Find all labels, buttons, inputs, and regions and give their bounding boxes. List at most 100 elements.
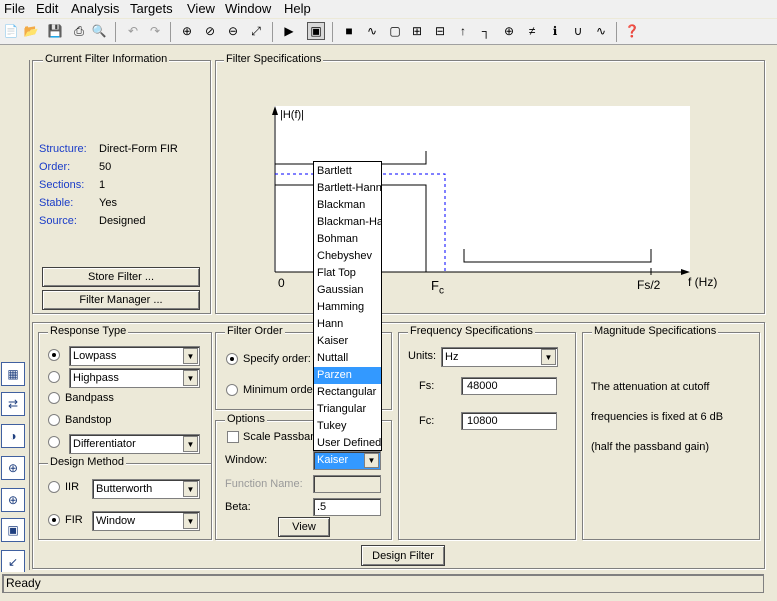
window-option[interactable]: Gaussian: [314, 282, 381, 299]
window-option[interactable]: Hann: [314, 316, 381, 333]
whats-this-help-icon[interactable]: ❓: [623, 22, 641, 40]
order-label: Order:: [39, 161, 71, 173]
window-option[interactable]: Bartlett-Hanning: [314, 180, 381, 197]
group-delay-icon[interactable]: ⊞: [408, 22, 426, 40]
menu-help[interactable]: Help: [284, 1, 311, 16]
iir-method-select[interactable]: Butterworth ▼: [92, 479, 200, 499]
window-option[interactable]: Triangular: [314, 401, 381, 418]
view-window-button[interactable]: View: [278, 517, 330, 537]
y-axis-label: |H(f)|: [280, 109, 305, 121]
minimum-order-radio[interactable]: [226, 384, 238, 396]
undo-icon[interactable]: ↶: [124, 22, 142, 40]
menu-edit[interactable]: Edit: [36, 1, 58, 16]
design-filter-icon[interactable]: ▣: [307, 22, 325, 40]
window-label: Window:: [225, 454, 268, 466]
iir-radio[interactable]: [48, 481, 60, 493]
menu-window[interactable]: Window: [225, 1, 271, 16]
window-option[interactable]: Kaiser: [314, 333, 381, 350]
menu-bar: File Edit Analysis Targets View Window H…: [0, 0, 777, 18]
mag-spec-title: Magnitude Specifications: [592, 325, 719, 337]
window-option[interactable]: Nuttall: [314, 350, 381, 367]
beta-input[interactable]: .5: [313, 498, 381, 516]
import-filter-icon[interactable]: ⊕: [1, 488, 25, 512]
options-title: Options: [225, 413, 267, 425]
bandstop-radio[interactable]: [48, 414, 60, 426]
structure-label: Structure:: [39, 143, 87, 155]
window-option[interactable]: User Defined: [314, 435, 381, 450]
window-option[interactable]: Blackman: [314, 197, 381, 214]
open-folder-icon[interactable]: 📂: [22, 22, 40, 40]
window-option[interactable]: Rectangular: [314, 384, 381, 401]
multirate-icon[interactable]: ▣: [1, 518, 25, 542]
step-response-icon[interactable]: ┐: [477, 22, 495, 40]
window-select[interactable]: Kaiser ▼: [313, 451, 381, 470]
fir-radio[interactable]: [48, 514, 60, 526]
source-value: Designed: [99, 215, 146, 227]
impulse-response-icon[interactable]: ↑: [454, 22, 472, 40]
window-option[interactable]: Bohman: [314, 231, 381, 248]
magnitude-specifications-panel: Magnitude Specifications The attenuation…: [582, 325, 760, 540]
menu-file[interactable]: File: [4, 1, 25, 16]
zoom-x-icon[interactable]: ⊘: [201, 22, 219, 40]
menu-targets[interactable]: Targets: [130, 1, 173, 16]
response-type-panel: Response Type Lowpass ▼ Highpass ▼ Bandpas…: [38, 325, 212, 540]
window-option[interactable]: Flat Top: [314, 265, 381, 282]
stable-value: Yes: [99, 197, 117, 209]
fc-input[interactable]: 10800: [461, 412, 557, 430]
window-option[interactable]: Parzen: [314, 367, 381, 384]
filter-coefficients-icon[interactable]: ≠: [523, 22, 541, 40]
toolbar-separator: [170, 22, 171, 42]
structure-value: Direct-Form FIR: [99, 143, 178, 155]
fir-method-select[interactable]: Window ▼: [92, 511, 200, 531]
window-dropdown-list[interactable]: BartlettBartlett-HanningBlackmanBlackman…: [313, 161, 382, 451]
window-option[interactable]: Hamming: [314, 299, 381, 316]
full-view-icon[interactable]: ⤢: [247, 22, 265, 40]
menu-analysis[interactable]: Analysis: [71, 1, 119, 16]
differentiator-select[interactable]: Differentiator ▼: [69, 434, 200, 454]
pole-zero-editor-icon[interactable]: ⊕: [1, 456, 25, 480]
transform-filter-icon[interactable]: ▦: [1, 362, 25, 386]
phase-response-icon[interactable]: ∿: [363, 22, 381, 40]
filter-info-icon[interactable]: ℹ: [546, 22, 564, 40]
print-preview-icon[interactable]: 🔍: [90, 22, 108, 40]
differentiator-radio[interactable]: [48, 436, 60, 448]
function-name-input[interactable]: [313, 475, 381, 493]
units-select[interactable]: Hz ▼: [441, 347, 558, 367]
bandpass-radio[interactable]: [48, 392, 60, 404]
menu-view[interactable]: View: [187, 1, 215, 16]
mag-spec-line2: frequencies is fixed at 6 dB: [591, 411, 724, 423]
filter-info-title: Current Filter Information: [43, 53, 170, 65]
highpass-radio[interactable]: [48, 371, 60, 383]
new-file-icon[interactable]: 📄: [2, 22, 20, 40]
realize-model-icon[interactable]: ◑: [1, 424, 25, 448]
window-option[interactable]: Chebyshev: [314, 248, 381, 265]
zoom-in-icon[interactable]: ⊕: [178, 22, 196, 40]
print-icon[interactable]: ⎙: [70, 22, 88, 40]
redo-icon[interactable]: ↷: [146, 22, 164, 40]
pole-zero-icon[interactable]: ⊕: [500, 22, 518, 40]
phase-delay-icon[interactable]: ⊟: [431, 22, 449, 40]
lowpass-radio[interactable]: [48, 349, 60, 361]
sections-label: Sections:: [39, 179, 85, 191]
filter-manager-button[interactable]: Filter Manager ...: [42, 290, 200, 310]
zoom-y-icon[interactable]: ⊖: [224, 22, 242, 40]
datatip-icon[interactable]: ▶: [280, 22, 298, 40]
magnitude-estimate-icon[interactable]: ∪: [569, 22, 587, 40]
save-icon[interactable]: 💾: [46, 22, 64, 40]
fs-input[interactable]: 48000: [461, 377, 557, 395]
window-option[interactable]: Bartlett: [314, 163, 381, 180]
design-method-title: Design Method: [48, 456, 126, 468]
design-filter-button[interactable]: Design Filter: [361, 545, 445, 566]
magnitude-response-icon[interactable]: ■: [340, 22, 358, 40]
scale-passband-checkbox[interactable]: [227, 431, 239, 443]
design-filter-side-icon[interactable]: ↙: [1, 550, 25, 574]
create-multirate-icon[interactable]: ⇄: [1, 392, 25, 416]
window-option[interactable]: Tukey: [314, 418, 381, 435]
highpass-select[interactable]: Highpass ▼: [69, 368, 200, 388]
store-filter-button[interactable]: Store Filter ...: [42, 267, 200, 287]
round-off-noise-icon[interactable]: ∿: [592, 22, 610, 40]
lowpass-select[interactable]: Lowpass ▼: [69, 346, 200, 366]
magnitude-phase-icon[interactable]: ▢: [386, 22, 404, 40]
window-option[interactable]: Blackman-Harris: [314, 214, 381, 231]
specify-order-radio[interactable]: [226, 353, 238, 365]
